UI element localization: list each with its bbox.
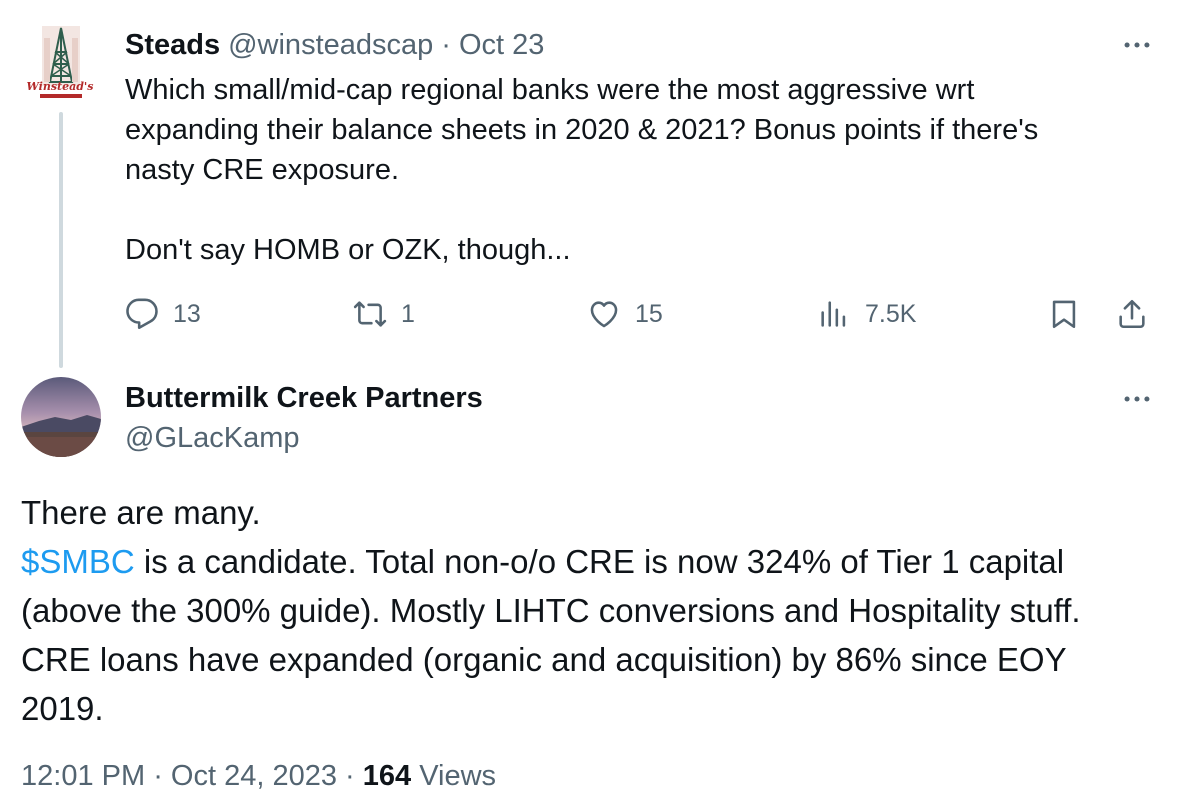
like-button[interactable]: 15 [587,293,663,335]
views-icon [821,301,846,327]
tweet-text-line: Which small/mid-cap regional banks were … [125,74,975,106]
reply-icon [126,298,158,329]
tweet-metadata: 12:01 PM · Oct 24, 2023 · 164 Views [21,760,496,793]
bookmark-icon [1052,300,1076,329]
view-count: 7.5K [865,299,917,328]
like-icon [590,301,618,328]
share-icon [1119,299,1145,329]
reply-button[interactable]: 13 [125,293,201,335]
more-icon [1124,42,1150,48]
tweet-date[interactable]: Oct 23 [459,29,544,62]
header-separator: · [441,28,451,61]
retweet-icon [353,301,387,327]
tweet-text-line: $SMBC is a candidate. Total non-o/o CRE … [21,537,1161,586]
reply-author-name[interactable]: Buttermilk Creek Partners [125,382,483,415]
meta-separator: · [345,760,363,792]
reply-tweet-text: There are many. $SMBC is a candidate. To… [21,488,1161,733]
views-label: Views [411,760,497,792]
tweet-text-line: There are many. [21,494,261,531]
like-count: 15 [635,299,663,328]
meta-separator: · [153,760,171,792]
retweet-button[interactable]: 1 [353,293,415,335]
cashtag-link[interactable]: $SMBC [21,543,135,580]
bookmark-button[interactable] [1047,293,1081,335]
parent-tweet-header: Steads @winsteadscap · Oct 23 [125,28,544,62]
reply-count: 13 [173,299,201,328]
tweet-text-line: CRE loans have expanded (organic and acq… [21,641,1067,678]
tweet-text-segment: is a candidate. Total non-o/o CRE is now… [134,543,1065,580]
tweet-full-date[interactable]: Oct 24, 2023 [171,760,337,792]
author-name[interactable]: Steads [125,29,220,62]
more-icon [1124,396,1150,402]
tweet-text-line: 2019. [21,690,104,727]
tweet-action-bar: 13 1 15 7.5K [125,293,1155,335]
tweet-time[interactable]: 12:01 PM [21,760,145,792]
share-button[interactable] [1115,293,1149,335]
views-button[interactable]: 7.5K [817,293,916,335]
svg-text:Winstead's: Winstead's [27,80,94,93]
tweet-text-line: nasty CRE exposure. [125,154,400,186]
author-handle[interactable]: @winsteadscap [228,29,433,62]
retweet-count: 1 [401,299,415,328]
reply-more-options-button[interactable] [1120,382,1154,416]
reply-author-handle[interactable]: @GLacKamp [125,422,300,455]
avatar[interactable] [21,377,101,457]
thread-connector [59,112,63,368]
parent-tweet-text: Which small/mid-cap regional banks were … [125,70,1155,270]
tweet-text-line: expanding their balance sheets in 2020 &… [125,114,1039,146]
view-count-number: 164 [362,760,412,792]
tweet-text-line: (above the 300% guide). Mostly LIHTC con… [21,592,1081,629]
winsteads-logo[interactable]: Winstead's [20,24,100,104]
tweet-text-line: Don't say HOMB or OZK, though... [125,234,571,266]
more-options-button[interactable] [1120,28,1154,62]
